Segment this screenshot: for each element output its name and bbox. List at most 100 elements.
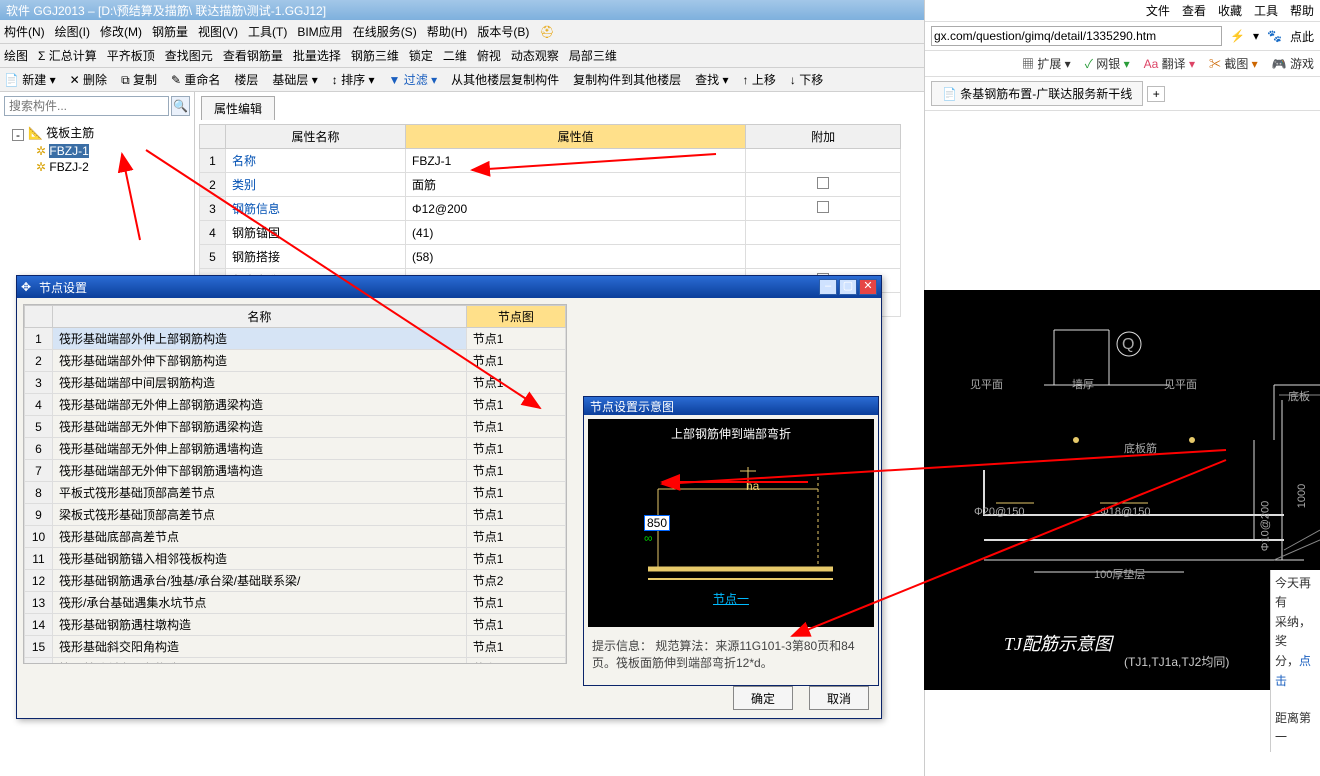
tb2-new[interactable]: 📄 新建 ▾ <box>4 71 56 88</box>
bmenu-view[interactable]: 查看 <box>1182 2 1206 19</box>
infinity-icon: ∞ <box>644 531 653 545</box>
menu-modify[interactable]: 修改(M) <box>100 23 142 40</box>
col-node-diagram: 节点图 <box>466 306 565 328</box>
paw-icon[interactable]: 🐾 <box>1267 29 1282 43</box>
tb1-rebar3d[interactable]: 钢筋三维 <box>351 47 399 64</box>
menu-component[interactable]: 构件(N) <box>4 23 45 40</box>
tb1-batch-select[interactable]: 批量选择 <box>293 47 341 64</box>
tree-item-fbzj2[interactable]: ✲ FBZJ-2 <box>34 159 190 175</box>
tb2-copy-to[interactable]: 复制构件到其他楼层 <box>573 71 681 88</box>
ext-bank[interactable]: ✓ 网银 ▾ <box>1085 55 1130 72</box>
property-row[interactable]: 4钢筋锚固(41) <box>200 221 901 245</box>
menu-help[interactable]: 帮助(H) <box>427 23 468 40</box>
menu-view[interactable]: 视图(V) <box>198 23 238 40</box>
maximize-button[interactable]: ▢ <box>839 279 857 295</box>
node-settings-dialog: ✥ 节点设置 – ▢ ✕ 名称 节点图 1筏形基础端部外伸上部钢筋构造节点12筏… <box>16 275 882 719</box>
preview-hint: 提示信息： 规范算法：来源11G101-3第80页和84页。筏板面筋伸到端部弯折… <box>584 631 878 677</box>
tree-root[interactable]: -📐 筏板主筋 <box>10 122 190 143</box>
node-row[interactable]: 3筏形基础端部中间层钢筋构造节点1 <box>25 372 566 394</box>
preview-node-link[interactable]: 节点一 <box>588 590 874 607</box>
float-promo: 今天再有 采纳，奖 分，点击 距离第一 <box>1270 570 1320 752</box>
ext-snap[interactable]: ✂ 截图 ▾ <box>1209 55 1258 72</box>
tb1-find[interactable]: 查找图元 <box>165 47 213 64</box>
property-row[interactable]: 3钢筋信息Φ12@200 <box>200 197 901 221</box>
ext-grid-icon[interactable]: ▦ 扩展 ▾ <box>1022 55 1071 72</box>
cad-rebar1: Φ20@150 <box>974 506 1025 518</box>
close-button[interactable]: ✕ <box>859 279 877 295</box>
lightning-icon[interactable]: ⚡ <box>1230 29 1245 43</box>
address-bar[interactable] <box>931 26 1222 46</box>
search-button[interactable]: 🔍 <box>171 96 190 116</box>
property-row[interactable]: 1名称FBZJ-1 <box>200 149 901 173</box>
tb2-moveup[interactable]: ↑ 上移 <box>743 71 776 88</box>
node-row[interactable]: 12筏形基础钢筋遇承台/独基/承台梁/基础联系梁/节点2 <box>25 570 566 592</box>
tb2-movedown[interactable]: ↓ 下移 <box>790 71 823 88</box>
node-row[interactable]: 8平板式筏形基础顶部高差节点节点1 <box>25 482 566 504</box>
node-row[interactable]: 5筏形基础端部无外伸下部钢筋遇梁构造节点1 <box>25 416 566 438</box>
cad-sub: (TJ1,TJ1a,TJ2均同) <box>1124 653 1229 670</box>
search-input[interactable] <box>4 96 169 116</box>
new-tab-button[interactable]: + <box>1147 86 1165 102</box>
tb1-draw[interactable]: 绘图 <box>4 47 28 64</box>
tree-item-fbzj1[interactable]: ✲ FBZJ-1 <box>34 143 190 159</box>
node-row[interactable]: 11筏形基础钢筋锚入相邻筏板构造节点1 <box>25 548 566 570</box>
menu-rebar[interactable]: 钢筋量 <box>152 23 188 40</box>
cad-lbl-c: 见平面 <box>1164 376 1197 392</box>
node-row[interactable]: 9梁板式筏形基础顶部高差节点节点1 <box>25 504 566 526</box>
tb2-copy[interactable]: ⧉ 复制 <box>121 71 157 88</box>
menu-version[interactable]: 版本号(B) <box>477 23 529 40</box>
node-row[interactable]: 4筏形基础端部无外伸上部钢筋遇梁构造节点1 <box>25 394 566 416</box>
tb2-copy-from[interactable]: 从其他楼层复制构件 <box>451 71 559 88</box>
tb2-rename[interactable]: ✎ 重命名 <box>171 71 220 88</box>
tb1-orbit[interactable]: 动态观察 <box>511 47 559 64</box>
property-row[interactable]: 5钢筋搭接(58) <box>200 245 901 269</box>
menu-tools[interactable]: 工具(T) <box>248 23 287 40</box>
tb1-lock[interactable]: 锁定 <box>409 47 433 64</box>
bmenu-tool[interactable]: 工具 <box>1254 2 1278 19</box>
tb1-sum[interactable]: Σ 汇总计算 <box>38 47 97 64</box>
tb2-sort[interactable]: ↕ 排序 ▾ <box>332 71 375 88</box>
ok-button[interactable]: 确定 <box>733 686 793 710</box>
bmenu-fav[interactable]: 收藏 <box>1218 2 1242 19</box>
cad-q: Q <box>1122 336 1134 354</box>
tb1-rebar-qty[interactable]: 查看钢筋量 <box>223 47 283 64</box>
node-row[interactable]: 15筏形基础斜交阳角构造节点1 <box>25 636 566 658</box>
property-row[interactable]: 2类别面筋 <box>200 173 901 197</box>
node-row[interactable]: 7筏形基础端部无外伸下部钢筋遇墙构造节点1 <box>25 460 566 482</box>
menu-draw[interactable]: 绘图(I) <box>55 23 90 40</box>
node-row[interactable]: 16筏形基础斜交阴角构造节点1 <box>25 658 566 665</box>
tab-property-edit[interactable]: 属性编辑 <box>201 96 275 120</box>
menu-online[interactable]: 在线服务(S) <box>353 23 417 40</box>
tb1-flat-top[interactable]: 平齐板顶 <box>107 47 155 64</box>
tb2-find[interactable]: 查找 ▾ <box>695 71 728 88</box>
tb1-2d[interactable]: 二维 <box>443 47 467 64</box>
col-prop-name: 属性名称 <box>226 125 406 149</box>
cad-rebar2: Φ18@150 <box>1100 506 1151 518</box>
node-table: 名称 节点图 1筏形基础端部外伸上部钢筋构造节点12筏形基础端部外伸下部钢筋构造… <box>24 305 566 664</box>
menu-bim[interactable]: BIM应用 <box>297 23 342 40</box>
preview-value-input[interactable]: 850 <box>644 515 670 531</box>
dropdown-icon[interactable]: ▾ <box>1253 29 1259 43</box>
ext-game[interactable]: 🎮 游戏 <box>1272 55 1314 72</box>
tb1-local3d[interactable]: 局部三维 <box>569 47 617 64</box>
node-row[interactable]: 1筏形基础端部外伸上部钢筋构造节点1 <box>25 328 566 350</box>
node-row[interactable]: 6筏形基础端部无外伸上部钢筋遇墙构造节点1 <box>25 438 566 460</box>
ext-translate[interactable]: Aa 翻译 ▾ <box>1144 55 1195 72</box>
node-row[interactable]: 13筏形/承台基础遇集水坑节点节点1 <box>25 592 566 614</box>
cancel-button[interactable]: 取消 <box>809 686 869 710</box>
tb2-filter[interactable]: ▼ 过滤 ▾ <box>389 71 438 88</box>
tb1-top-view[interactable]: 俯视 <box>477 47 501 64</box>
minimize-button[interactable]: – <box>819 279 837 295</box>
browser-tab[interactable]: 📄 条基钢筋布置-广联达服务新干线 <box>931 81 1143 106</box>
node-row[interactable]: 2筏形基础端部外伸下部钢筋构造节点1 <box>25 350 566 372</box>
bmenu-file[interactable]: 文件 <box>1146 2 1170 19</box>
node-row[interactable]: 14筏形基础钢筋遇柱墩构造节点1 <box>25 614 566 636</box>
node-preview-panel: 节点设置示意图 上部钢筋伸到端部弯折 850 ∞ ha 节点一 提示信息： 规范… <box>583 396 879 686</box>
preview-title: 节点设置示意图 <box>584 397 878 415</box>
tb2-floor-select[interactable]: 基础层 ▾ <box>272 71 317 88</box>
bmenu-help[interactable]: 帮助 <box>1290 2 1314 19</box>
tb2-delete[interactable]: ✕ 删除 <box>70 71 107 88</box>
star-label[interactable]: 点此 <box>1290 28 1314 45</box>
gear-icon: ✲ <box>36 144 46 158</box>
node-row[interactable]: 10筏形基础底部高差节点节点1 <box>25 526 566 548</box>
